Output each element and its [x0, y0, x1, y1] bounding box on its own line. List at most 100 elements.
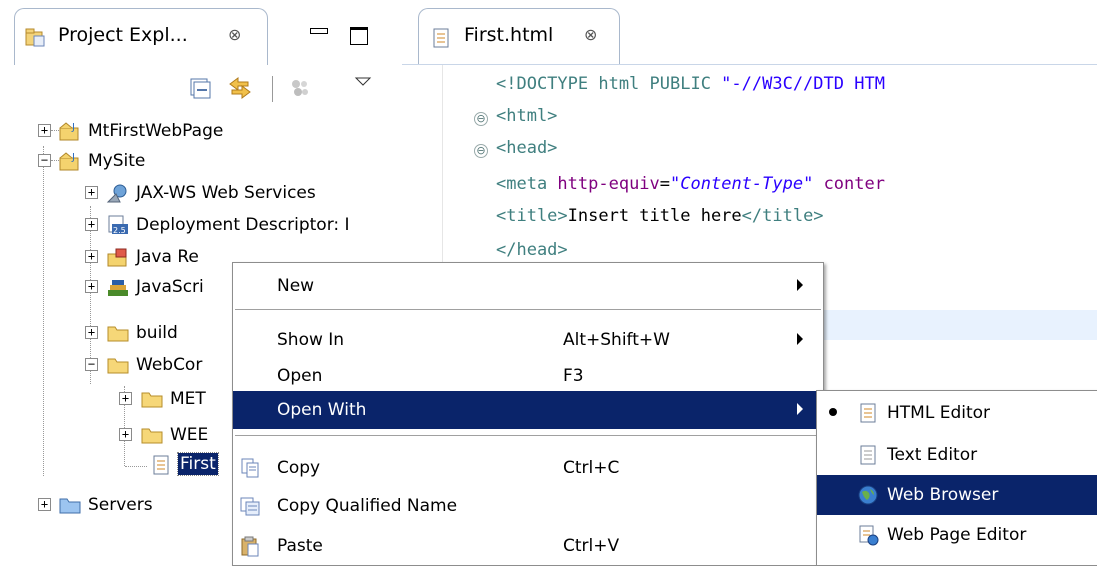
svg-text:2.5: 2.5: [113, 226, 126, 235]
tree-item-java-resources[interactable]: + Java Re: [0, 242, 240, 272]
link-with-editor-icon[interactable]: [226, 74, 254, 102]
code-line-3[interactable]: <head>: [496, 138, 557, 158]
expand-toggle[interactable]: +: [85, 186, 98, 199]
collapse-toggle[interactable]: −: [85, 358, 98, 371]
submenu-item-web-browser[interactable]: Web Browser: [817, 475, 1097, 515]
explorer-toolbar: [186, 74, 386, 104]
java-resources-icon: [107, 248, 127, 267]
code-token: <head>: [496, 138, 558, 158]
menu-item-open-with[interactable]: Open With: [233, 391, 823, 429]
editor-divider: [402, 64, 1097, 65]
tree-item-javascript-resources[interactable]: + JavaScri: [0, 272, 240, 302]
menu-item-paste[interactable]: Paste Ctrl+V: [233, 527, 823, 565]
tree-item-jax-ws[interactable]: + JAX-WS Web Services: [0, 178, 400, 208]
close-icon[interactable]: ⊗: [584, 25, 597, 44]
code-line-6[interactable]: </head>: [496, 240, 568, 260]
menu-separator: [235, 309, 821, 311]
menu-item-new[interactable]: New: [233, 267, 823, 305]
text-editor-icon: [860, 445, 876, 465]
submenu-item-label: Web Page Editor: [887, 525, 1027, 545]
filter-icon[interactable]: [286, 74, 314, 102]
tree-item-deployment-descriptor[interactable]: + 2.5 Deployment Descriptor: I: [0, 210, 400, 240]
minimize-icon[interactable]: [308, 24, 330, 46]
tree-item-label: MySite: [88, 151, 146, 171]
expand-toggle[interactable]: +: [85, 250, 98, 263]
menu-item-label: Show In: [277, 330, 345, 350]
tree-item-mysite[interactable]: − J MySite: [0, 146, 400, 176]
checked-radio-icon: [829, 408, 837, 416]
html-file-icon: [433, 28, 449, 48]
menu-item-copy-qualified-name[interactable]: Copy Qualified Name: [233, 487, 823, 525]
explorer-tab-label: Project Expl...: [58, 24, 188, 46]
submenu-item-html-editor[interactable]: HTML Editor: [817, 393, 1097, 433]
tree-item-web-inf[interactable]: + WEE: [0, 420, 240, 450]
tree-item-label: Deployment Descriptor: I: [136, 215, 350, 235]
tree-item-label: WebCor: [136, 355, 203, 375]
code-line-5[interactable]: <title>Insert title here</title>: [496, 206, 824, 226]
submenu-item-label: Text Editor: [887, 445, 978, 465]
code-token: "Content-Type": [670, 174, 814, 194]
code-token: "-//W3C//DTD HTM: [721, 74, 885, 94]
svg-text:J: J: [71, 152, 75, 163]
tree-item-label: WEE: [170, 425, 209, 445]
project-explorer-icon: [25, 28, 45, 47]
copy-icon: [241, 458, 259, 478]
web-project-icon: J: [59, 122, 79, 141]
expand-toggle[interactable]: +: [85, 218, 98, 231]
fold-toggle-icon[interactable]: ⊖: [474, 144, 488, 158]
menu-item-label: Open: [277, 366, 323, 386]
context-menu: New Show In Alt+Shift+W Open F3 Open Wit…: [232, 262, 824, 566]
tree-item-label: Java Re: [136, 247, 199, 267]
menu-item-label: Open With: [277, 400, 367, 420]
submenu-item-text-editor[interactable]: Text Editor: [817, 435, 1097, 475]
menu-item-shortcut: F3: [563, 366, 584, 386]
web-page-editor-icon: [859, 525, 879, 546]
code-token: <!DOCTYPE html PUBLIC: [496, 74, 722, 94]
code-token: =: [659, 174, 671, 194]
html-file-icon: [153, 455, 169, 475]
tree-item-webcontent[interactable]: − WebCor: [0, 350, 240, 380]
folder-icon: [141, 392, 163, 408]
expand-toggle[interactable]: +: [85, 326, 98, 339]
maximize-icon[interactable]: [348, 24, 370, 46]
menu-item-copy[interactable]: Copy Ctrl+C: [233, 449, 823, 487]
menu-item-show-in[interactable]: Show In Alt+Shift+W: [233, 321, 823, 359]
collapse-all-icon[interactable]: [186, 74, 214, 102]
menu-item-open[interactable]: Open F3: [233, 357, 823, 395]
tree-item-mtfirstwebpage[interactable]: + J MtFirstWebPage: [0, 116, 400, 146]
open-with-submenu: HTML Editor Text Editor Web Browser Web …: [816, 390, 1097, 566]
code-line-2[interactable]: <html>: [496, 106, 557, 126]
tree-connector: [125, 466, 147, 467]
expand-toggle[interactable]: +: [119, 392, 132, 405]
menu-item-label: Paste: [277, 536, 323, 556]
expand-toggle[interactable]: +: [85, 280, 98, 293]
paste-icon: [241, 536, 259, 557]
javascript-resources-icon: [108, 280, 128, 296]
submenu-item-web-page-editor[interactable]: Web Page Editor: [817, 515, 1097, 555]
view-menu-icon[interactable]: [350, 68, 378, 96]
submenu-item-label: HTML Editor: [887, 403, 991, 423]
code-token: http-equiv: [557, 174, 660, 194]
deployment-descriptor-icon: 2.5: [108, 215, 128, 235]
tree-item-first-html[interactable]: First: [0, 450, 240, 480]
fold-toggle-icon[interactable]: ⊖: [474, 112, 488, 126]
expand-toggle[interactable]: +: [38, 124, 51, 137]
tree-item-build[interactable]: + build: [0, 318, 240, 348]
svg-text:J: J: [71, 122, 75, 133]
code-token: conter: [813, 174, 885, 194]
close-icon[interactable]: ⊗: [228, 25, 241, 44]
tree-item-label: build: [136, 323, 178, 343]
code-line-4[interactable]: <meta http-equiv="Content-Type" conter: [496, 174, 885, 194]
code-line-1[interactable]: <!DOCTYPE html PUBLIC "-//W3C//DTD HTM: [496, 74, 885, 94]
tree-item-label: MtFirstWebPage: [88, 121, 224, 141]
tree-item-meta-inf[interactable]: + MET: [0, 384, 240, 414]
code-token: </title>: [741, 206, 824, 226]
submenu-arrow-icon: [797, 403, 803, 415]
tree-item-servers[interactable]: + Servers: [0, 490, 240, 520]
collapse-toggle[interactable]: −: [38, 154, 51, 167]
html-editor-icon: [860, 403, 876, 423]
expand-toggle[interactable]: +: [119, 428, 132, 441]
expand-toggle[interactable]: +: [38, 498, 51, 511]
submenu-arrow-icon: [797, 279, 803, 291]
toolbar-separator: [272, 76, 273, 102]
